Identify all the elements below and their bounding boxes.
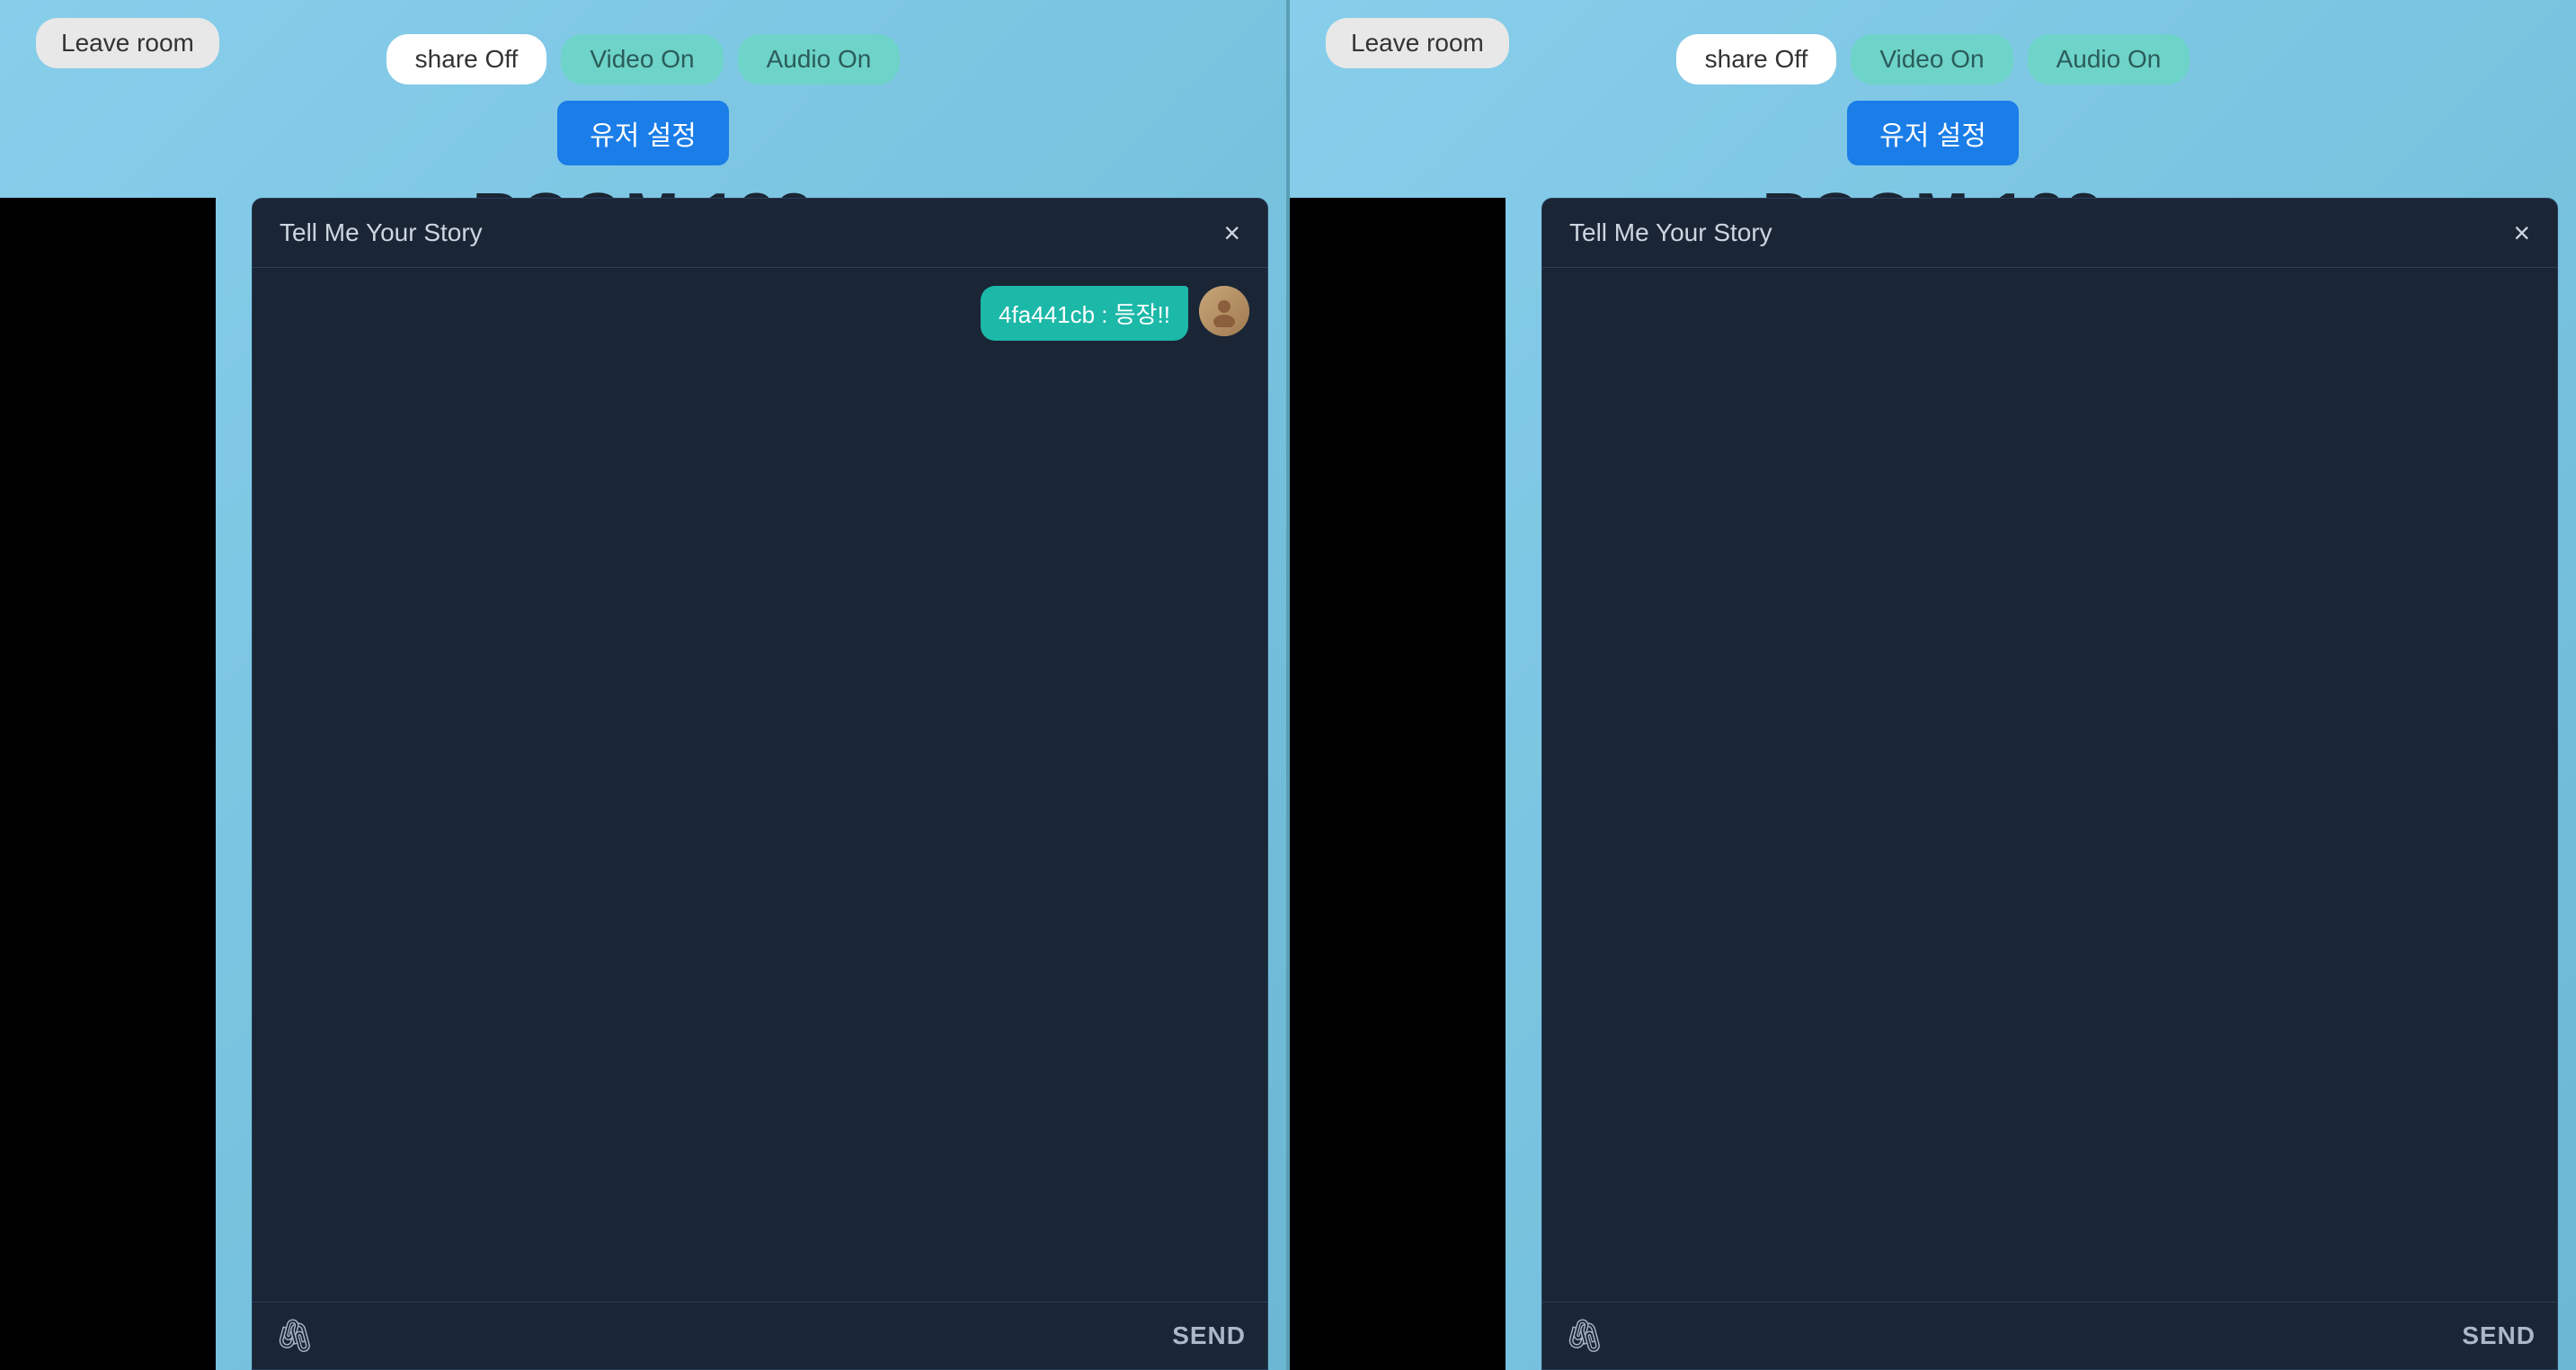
left-avatar-image (1199, 286, 1249, 336)
left-chat-input[interactable] (326, 1322, 1173, 1350)
left-chat-avatar (1199, 286, 1249, 336)
right-chat-title: Tell Me Your Story (1569, 218, 1772, 247)
right-audio-on-button[interactable]: Audio On (2028, 34, 2190, 85)
left-chat-footer: 🖇 SEND (253, 1302, 1267, 1369)
left-audio-on-button[interactable]: Audio On (738, 34, 901, 85)
right-chat-close-button[interactable]: × (2513, 218, 2530, 247)
left-btn-group: share Off Video On Audio On (386, 34, 901, 85)
left-chat-modal: Tell Me Your Story × 4fa441cb : 등장!! 🖇 (252, 198, 1268, 1370)
right-send-button[interactable]: SEND (2462, 1321, 2536, 1350)
left-chat-message-row: 4fa441cb : 등장!! (271, 286, 1249, 341)
left-chat-header: Tell Me Your Story × (253, 199, 1267, 268)
right-panel: Leave room share Off Video On Audio On 유… (1290, 0, 2576, 1370)
left-top-bar: share Off Video On Audio On (0, 18, 1286, 85)
right-btn-group: share Off Video On Audio On (1676, 34, 2190, 85)
right-attach-icon[interactable]: 🖇 (1564, 1317, 1605, 1355)
left-panel: Leave room share Off Video On Audio On 유… (0, 0, 1286, 1370)
left-send-button[interactable]: SEND (1172, 1321, 1246, 1350)
left-chat-title: Tell Me Your Story (280, 218, 483, 247)
left-chat-body: 4fa441cb : 등장!! (253, 268, 1267, 1302)
right-chat-modal: Tell Me Your Story × 🖇 SEND (1541, 198, 2558, 1370)
left-chat-bubble: 4fa441cb : 등장!! (981, 286, 1188, 341)
left-share-off-button[interactable]: share Off (386, 34, 547, 85)
right-share-off-button[interactable]: share Off (1676, 34, 1837, 85)
right-chat-footer: 🖇 SEND (1542, 1302, 2557, 1369)
left-user-settings-button[interactable]: 유저 설정 (557, 101, 729, 165)
right-top-bar: share Off Video On Audio On (1290, 18, 2576, 85)
right-chat-header: Tell Me Your Story × (1542, 199, 2557, 268)
right-video-on-button[interactable]: Video On (1851, 34, 2012, 85)
right-chat-body (1542, 268, 2557, 1302)
right-user-settings-button[interactable]: 유저 설정 (1847, 101, 2019, 165)
left-video-on-button[interactable]: Video On (561, 34, 723, 85)
right-video-area (1290, 198, 1506, 1370)
left-attach-icon[interactable]: 🖇 (274, 1317, 315, 1355)
right-chat-input[interactable] (1616, 1322, 2463, 1350)
left-chat-close-button[interactable]: × (1223, 218, 1240, 247)
left-video-area (0, 198, 216, 1370)
